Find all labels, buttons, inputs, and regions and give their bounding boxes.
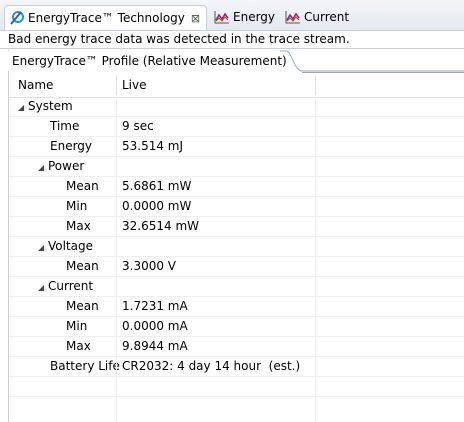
tab-label: Current bbox=[304, 10, 350, 24]
expand-arrow-icon[interactable]: ◢ bbox=[38, 278, 48, 297]
profile-table: Name Live ◢ System Time 9 sec Energy 53.5… bbox=[9, 73, 464, 422]
energy-graph-icon bbox=[214, 9, 230, 25]
row-value: 32.6514 mW bbox=[122, 219, 199, 233]
row-value: 5.6861 mW bbox=[122, 179, 192, 193]
row-name: Current bbox=[48, 279, 94, 293]
close-tab-icon[interactable]: ⊠ bbox=[191, 12, 200, 25]
column-gridline bbox=[315, 97, 316, 422]
row-name: Mean bbox=[66, 179, 99, 193]
table-row[interactable]: ◢ Voltage bbox=[9, 237, 464, 257]
tab-energytrace-profile[interactable]: EnergyTrace™ Profile (Relative Measureme… bbox=[8, 51, 296, 71]
table-row[interactable]: Mean 1.7231 mA bbox=[9, 297, 464, 317]
table-row[interactable]: Battery Life CR2032: 4 day 14 hour (est.… bbox=[9, 357, 464, 377]
row-value: CR2032: 4 day 14 hour (est.) bbox=[122, 359, 301, 373]
current-graph-icon bbox=[285, 9, 301, 25]
table-row-empty bbox=[9, 397, 464, 417]
table-row[interactable]: Min 0.0000 mA bbox=[9, 317, 464, 337]
expand-arrow-icon[interactable]: ◢ bbox=[18, 98, 28, 117]
row-value: 1.7231 mA bbox=[122, 299, 188, 313]
table-row-empty bbox=[9, 377, 464, 397]
row-name: Mean bbox=[66, 259, 99, 273]
row-name: Power bbox=[48, 159, 85, 173]
column-header-live[interactable]: Live bbox=[122, 73, 147, 97]
table-row[interactable]: Min 0.0000 mW bbox=[9, 197, 464, 217]
table-row[interactable]: ◢ Current bbox=[9, 277, 464, 297]
tab-energy[interactable]: Energy bbox=[214, 6, 275, 28]
expand-arrow-icon[interactable]: ◢ bbox=[38, 158, 48, 177]
row-value: 0.0000 mW bbox=[122, 199, 192, 213]
row-name: Max bbox=[66, 219, 91, 233]
expand-arrow-icon[interactable]: ◢ bbox=[38, 238, 48, 257]
profile-tab-label: EnergyTrace™ Profile (Relative Measureme… bbox=[12, 54, 287, 68]
row-value: 9.8944 mA bbox=[122, 339, 188, 353]
row-name: Min bbox=[66, 199, 88, 213]
table-row[interactable]: Mean 5.6861 mW bbox=[9, 177, 464, 197]
tab-label: EnergyTrace™ Technology bbox=[28, 11, 185, 25]
table-row[interactable]: ◢ System bbox=[9, 97, 464, 117]
column-header-name[interactable]: Name bbox=[18, 73, 53, 97]
row-name: Min bbox=[66, 319, 88, 333]
table-row[interactable]: Max 9.8944 mA bbox=[9, 337, 464, 357]
energytrace-icon bbox=[9, 10, 25, 26]
row-name: Battery Life bbox=[50, 359, 120, 373]
row-value: 0.0000 mA bbox=[122, 319, 188, 333]
status-message: Bad energy trace data was detected in th… bbox=[8, 32, 350, 46]
column-gridline bbox=[116, 97, 117, 422]
row-value: 53.514 mJ bbox=[122, 139, 184, 153]
table-row[interactable]: Mean 3.3000 V bbox=[9, 257, 464, 277]
row-name: Mean bbox=[66, 299, 99, 313]
table-row[interactable]: Energy 53.514 mJ bbox=[9, 137, 464, 157]
editor-tab-strip: EnergyTrace™ Technology ⊠ Energy Current bbox=[0, 0, 464, 31]
row-name: Max bbox=[66, 339, 91, 353]
tab-energytrace-technology[interactable]: EnergyTrace™ Technology ⊠ bbox=[4, 5, 207, 30]
row-name: System bbox=[28, 99, 73, 113]
column-divider[interactable] bbox=[116, 75, 117, 95]
table-row[interactable]: Max 32.6514 mW bbox=[9, 217, 464, 237]
tab-current[interactable]: Current bbox=[285, 6, 349, 28]
row-name: Energy bbox=[50, 139, 93, 153]
tab-edge-curve bbox=[280, 50, 464, 72]
row-name: Time bbox=[50, 119, 80, 133]
column-divider[interactable] bbox=[315, 75, 316, 95]
tab-label: Energy bbox=[233, 10, 276, 24]
row-value: 9 sec bbox=[122, 119, 154, 133]
row-value: 3.3000 V bbox=[122, 259, 177, 273]
table-row[interactable]: ◢ Power bbox=[9, 157, 464, 177]
table-header: Name Live bbox=[9, 73, 464, 98]
table-row[interactable]: Time 9 sec bbox=[9, 117, 464, 137]
row-name: Voltage bbox=[48, 239, 94, 253]
